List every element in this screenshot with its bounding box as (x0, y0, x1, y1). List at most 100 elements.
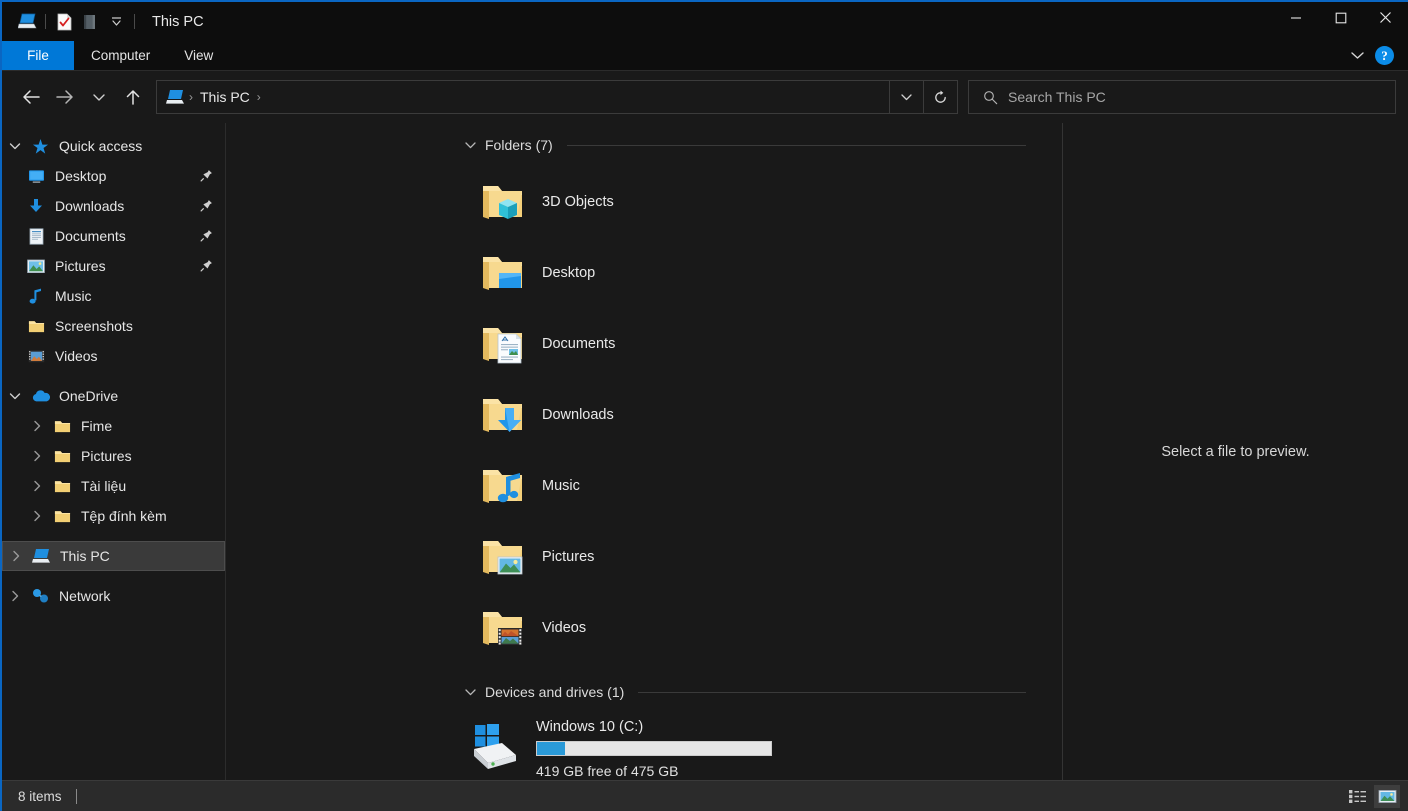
sidebar-item-network[interactable]: Network (2, 581, 225, 611)
qat-divider-2 (134, 14, 135, 29)
breadcrumb[interactable]: › This PC › (157, 89, 889, 105)
pin-icon[interactable] (200, 169, 213, 187)
details-view-button[interactable] (1344, 785, 1370, 808)
tab-file[interactable]: File (2, 41, 74, 70)
sidebar-item-documents[interactable]: Documents (2, 221, 225, 251)
minimize-button[interactable] (1273, 2, 1318, 33)
sidebar-item-screenshots[interactable]: Screenshots (2, 311, 225, 341)
folder-downloads-icon (478, 390, 528, 440)
large-icons-view-button[interactable] (1374, 784, 1400, 808)
sidebar-item-label: Network (59, 588, 111, 604)
folder-item-label: Music (542, 477, 580, 494)
chevron-down-icon[interactable] (2, 392, 28, 401)
sidebar-item-downloads[interactable]: Downloads (2, 191, 225, 221)
section-header-folders[interactable]: Folders (7) (226, 130, 1062, 160)
folder-item-documents[interactable]: Documents (478, 308, 778, 379)
desktop-icon (24, 169, 48, 184)
drive-label: Windows 10 (C:) (536, 719, 644, 735)
sidebar-item-tai-lieu[interactable]: Tài liệu (2, 471, 225, 501)
breadcrumb-separator-0[interactable]: › (187, 90, 195, 104)
this-pc-icon[interactable] (14, 9, 40, 35)
folder-item-label: Documents (542, 335, 616, 352)
chevron-right-icon[interactable] (24, 420, 50, 432)
sidebar-item-onedrive-pictures[interactable]: Pictures (2, 441, 225, 471)
chevron-right-icon[interactable] (24, 480, 50, 492)
sidebar-item-this-pc[interactable]: This PC (2, 541, 225, 571)
quick-access-toolbar (2, 9, 140, 35)
sidebar-item-label: Desktop (55, 168, 107, 184)
chevron-down-icon[interactable] (464, 688, 477, 697)
address-bar: › This PC › Search This PC (2, 71, 1408, 123)
sidebar-item-videos[interactable]: Videos (2, 341, 225, 371)
folder-item-3d-objects[interactable]: 3D Objects (478, 166, 778, 237)
customize-dropdown-icon[interactable] (103, 9, 129, 35)
sidebar-item-label: Screenshots (55, 318, 133, 334)
sidebar-group-onedrive[interactable]: OneDrive (2, 381, 225, 411)
forward-button[interactable] (48, 80, 82, 114)
chevron-right-icon[interactable] (24, 450, 50, 462)
view-mode-buttons (1344, 784, 1400, 808)
breadcrumb-separator-1[interactable]: › (255, 90, 263, 104)
properties-icon[interactable] (51, 9, 77, 35)
up-button[interactable] (116, 80, 150, 114)
folder-music-icon (478, 461, 528, 511)
previous-locations-button[interactable] (889, 81, 923, 113)
downloads-icon (24, 198, 48, 214)
drive-free-text: 419 GB free of 475 GB (536, 763, 679, 779)
sidebar-item-pictures[interactable]: Pictures (2, 251, 225, 281)
onedrive-cloud-icon (28, 389, 52, 403)
expand-ribbon-button[interactable] (1350, 47, 1365, 65)
chevron-right-icon[interactable] (24, 510, 50, 522)
chevron-down-icon[interactable] (464, 141, 477, 150)
status-divider (75, 788, 77, 804)
tab-computer[interactable]: Computer (74, 41, 167, 70)
pin-icon[interactable] (200, 259, 213, 277)
maximize-button[interactable] (1318, 2, 1363, 33)
new-folder-icon[interactable] (77, 9, 103, 35)
tab-view[interactable]: View (167, 41, 230, 70)
breadcrumb-segment-this-pc[interactable]: This PC (197, 89, 253, 105)
folder-icon (24, 319, 48, 334)
folder-item-downloads[interactable]: Downloads (478, 379, 778, 450)
folder-item-videos[interactable]: Videos (478, 592, 778, 663)
window-controls (1273, 2, 1408, 41)
search-box[interactable]: Search This PC (968, 80, 1396, 114)
search-input[interactable]: Search This PC (1008, 89, 1106, 105)
recent-locations-button[interactable] (82, 80, 116, 114)
preview-pane: Select a file to preview. (1062, 123, 1408, 780)
help-button[interactable]: ? (1375, 46, 1394, 65)
section-title-folders: Folders (7) (485, 137, 553, 153)
folder-item-music[interactable]: Music (478, 450, 778, 521)
windows-drive-icon (466, 722, 522, 774)
section-header-drives[interactable]: Devices and drives (1) (226, 677, 1062, 707)
title-bar: This PC (2, 2, 1408, 41)
refresh-button[interactable] (923, 81, 957, 113)
breadcrumb-bar[interactable]: › This PC › (156, 80, 958, 114)
folder-item-pictures[interactable]: Pictures (478, 521, 778, 592)
pin-icon[interactable] (200, 199, 213, 217)
chevron-down-icon[interactable] (2, 142, 28, 151)
chevron-right-icon[interactable] (3, 550, 29, 562)
sidebar-item-label: Documents (55, 228, 126, 244)
star-icon (28, 138, 52, 155)
drive-capacity-bar (536, 741, 772, 756)
pin-icon[interactable] (200, 229, 213, 247)
network-icon (28, 588, 52, 604)
drive-item-windows-c[interactable]: Windows 10 (C:) 419 GB free of 475 GB (466, 715, 796, 779)
back-button[interactable] (14, 80, 48, 114)
window-title: This PC (152, 13, 204, 30)
folder-item-label: Pictures (542, 548, 595, 565)
sidebar-item-label: This PC (60, 548, 110, 564)
file-list-pane[interactable]: Folders (7) 3D Objects Desktop Documents… (226, 123, 1062, 780)
chevron-right-icon[interactable] (2, 590, 28, 602)
folder-3d-objects-icon (478, 177, 528, 227)
sidebar-item-fime[interactable]: Fime (2, 411, 225, 441)
close-button[interactable] (1363, 2, 1408, 33)
folder-item-desktop[interactable]: Desktop (478, 237, 778, 308)
drive-capacity-fill (537, 742, 566, 755)
sidebar-item-desktop[interactable]: Desktop (2, 161, 225, 191)
sidebar-item-music[interactable]: Music (2, 281, 225, 311)
sidebar-group-quick-access[interactable]: Quick access (2, 131, 225, 161)
sidebar-item-tep-dinh-kem[interactable]: Tệp đính kèm (2, 501, 225, 531)
